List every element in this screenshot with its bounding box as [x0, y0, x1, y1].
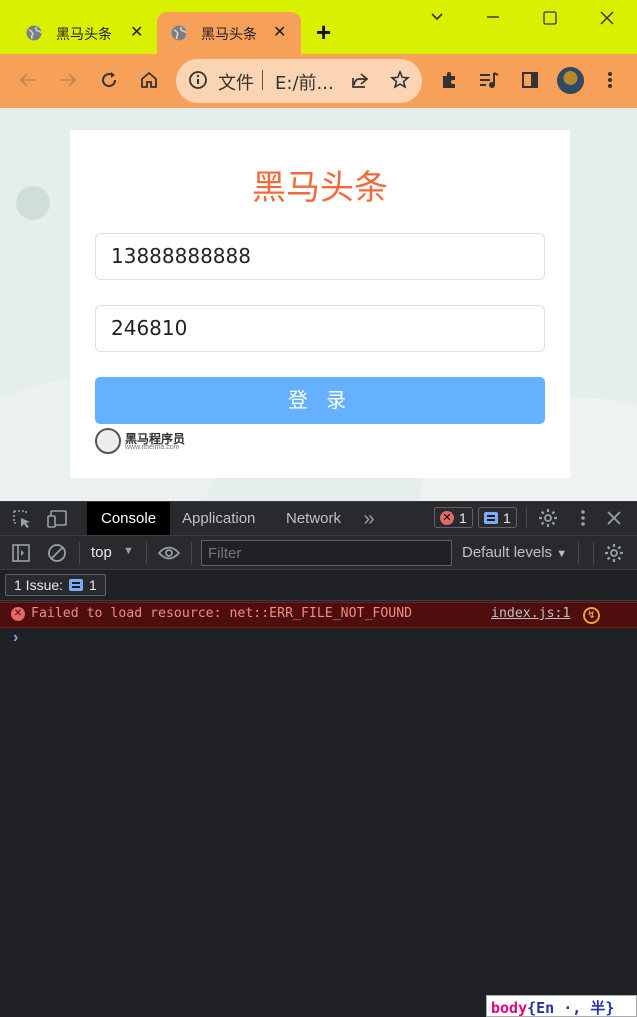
address-scheme-label: 文件	[218, 73, 254, 94]
logo-subtext: www.itheima.com	[125, 444, 180, 451]
log-levels-label: Default levels	[462, 544, 553, 561]
log-levels-dropdown[interactable]: Default levels ▼	[462, 544, 567, 561]
error-count: 1	[459, 509, 467, 526]
divider	[79, 542, 80, 564]
error-message: Failed to load resource: net::ERR_FILE_N…	[31, 606, 413, 621]
error-source-link[interactable]: index.js:1	[491, 606, 570, 621]
clear-console-icon[interactable]	[46, 542, 68, 564]
divider	[578, 542, 579, 564]
background-dot	[16, 186, 50, 220]
more-options-icon[interactable]	[572, 507, 594, 529]
tab-1[interactable]: 黑马头条 ✕	[0, 12, 156, 54]
brand-logo: 黑马程序员 www.itheima.com	[95, 428, 191, 454]
page-title: 黑马头条	[252, 168, 388, 208]
console-prompt[interactable]: ›	[13, 629, 18, 647]
context-selector[interactable]: top	[91, 544, 112, 561]
login-button[interactable]: 登 录	[95, 377, 545, 424]
home-icon[interactable]	[136, 67, 162, 93]
chevron-down-icon[interactable]: ▼	[123, 545, 134, 557]
close-icon[interactable]: ✕	[130, 22, 143, 41]
divider	[146, 542, 147, 564]
media-icon[interactable]	[477, 68, 501, 92]
back-icon[interactable]	[15, 67, 41, 93]
menu-icon[interactable]	[598, 68, 622, 92]
minimize-button[interactable]	[486, 10, 500, 29]
error-icon: ✕	[440, 510, 454, 525]
tab-2-active[interactable]: 黑马头条 ✕	[157, 12, 301, 54]
ime-status-bar: body{En ·, 半}	[486, 995, 637, 1017]
reload-icon[interactable]	[96, 67, 122, 93]
message-icon	[69, 579, 84, 591]
logo-mark	[95, 428, 121, 454]
tab-title: 黑马头条	[56, 27, 112, 43]
sidepanel-icon[interactable]	[518, 68, 542, 92]
forward-icon[interactable]	[55, 67, 81, 93]
address-separator	[262, 70, 263, 90]
divider	[593, 542, 594, 564]
message-icon	[484, 511, 498, 524]
error-icon: ✕	[11, 607, 25, 621]
tab-application[interactable]: Application	[168, 502, 269, 535]
code-input[interactable]: 246810	[95, 305, 545, 352]
more-tabs-icon[interactable]: »	[358, 508, 380, 530]
device-toolbar-icon[interactable]	[46, 508, 68, 530]
globe-icon	[171, 25, 187, 41]
tab-console[interactable]: Console	[87, 502, 171, 535]
insights-icon[interactable]: ↯	[583, 607, 600, 624]
restore-button[interactable]	[543, 11, 557, 30]
issues-label: 1 Issue:	[14, 577, 64, 593]
globe-icon	[26, 25, 42, 41]
eye-icon[interactable]	[158, 542, 180, 564]
ime-width: 半	[590, 999, 606, 1017]
console-settings-icon[interactable]	[603, 542, 625, 564]
address-url[interactable]: E:/前...	[275, 69, 334, 95]
issues-count: 1	[89, 577, 97, 593]
tab-network[interactable]: Network	[272, 502, 355, 535]
star-icon[interactable]	[388, 68, 412, 92]
issues-button[interactable]: 1 Issue: 1	[5, 574, 106, 596]
info-icon[interactable]	[188, 70, 208, 95]
divider	[191, 542, 192, 564]
mobile-input[interactable]: 13888888888	[95, 233, 545, 280]
tab-title: 黑马头条	[201, 27, 257, 43]
avatar[interactable]	[557, 67, 584, 94]
console-filter-input[interactable]	[201, 540, 452, 566]
message-count: 1	[503, 509, 511, 526]
chevron-down-icon: ▼	[556, 548, 568, 560]
ime-punct: ·,	[563, 999, 582, 1017]
sidebar-toggle-icon[interactable]	[10, 542, 32, 564]
share-icon[interactable]	[348, 68, 372, 92]
inspect-element-icon[interactable]	[11, 508, 33, 530]
extensions-icon[interactable]	[437, 68, 461, 92]
ime-mode: En	[536, 999, 555, 1017]
ime-prefix: body	[491, 999, 528, 1017]
error-count-badge[interactable]: ✕ 1	[434, 507, 473, 528]
divider	[526, 508, 527, 528]
close-devtools-icon[interactable]	[603, 507, 625, 529]
close-icon[interactable]: ✕	[273, 22, 286, 41]
tab-search-icon[interactable]	[430, 10, 444, 29]
settings-gear-icon[interactable]	[537, 507, 559, 529]
message-count-badge[interactable]: 1	[478, 507, 517, 528]
new-tab-button[interactable]: +	[316, 18, 331, 46]
window-close-button[interactable]	[600, 11, 614, 30]
